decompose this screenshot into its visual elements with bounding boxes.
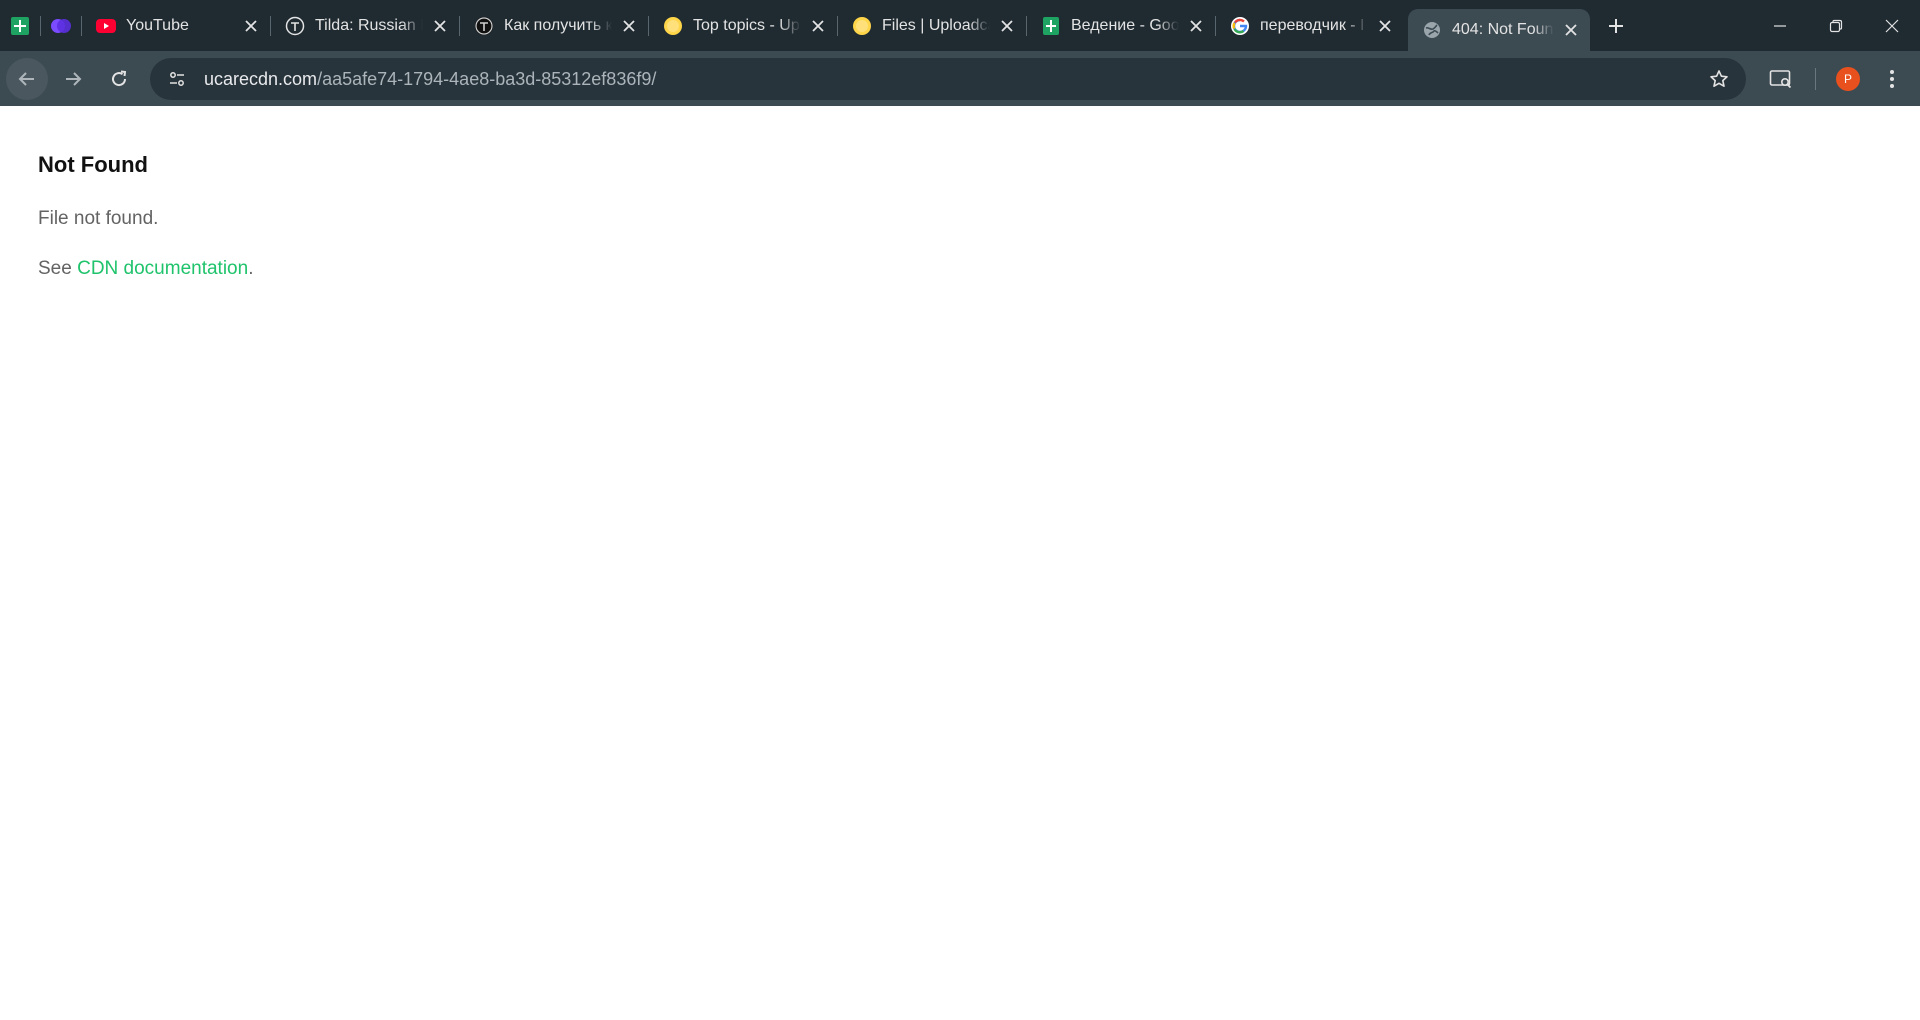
close-icon[interactable]: [240, 15, 262, 37]
close-icon[interactable]: [1185, 15, 1207, 37]
google-sheets-icon: [11, 16, 29, 35]
tilda-icon: [285, 16, 305, 36]
tab-title: Как получить к: [504, 16, 612, 34]
tab-google-sheets[interactable]: Ведение - Goo: [1027, 0, 1215, 51]
window-controls: [1752, 0, 1920, 51]
tab-strip: YouTube Tilda: Russian H Как получить к …: [0, 0, 1920, 51]
error-message: File not found.: [38, 208, 159, 229]
cdn-documentation-link[interactable]: CDN documentation: [77, 258, 248, 279]
plus-icon: [1609, 18, 1623, 33]
see-prefix: See: [38, 258, 78, 279]
tab-title: Files | Uploadca: [882, 16, 990, 34]
menu-button[interactable]: [1870, 57, 1914, 101]
google-sheets-icon: [1041, 16, 1061, 36]
tab-google-translate[interactable]: переводчик - I: [1216, 0, 1404, 51]
kebab-menu-icon: [1890, 69, 1894, 88]
back-button[interactable]: [6, 57, 48, 100]
tab-tilda-help[interactable]: Как получить к: [460, 0, 648, 51]
see-suffix: .: [248, 258, 254, 279]
url-domain: ucarecdn.com: [204, 68, 318, 89]
arrow-right-icon: [66, 71, 82, 86]
tab-youtube[interactable]: YouTube: [82, 0, 270, 51]
reload-button[interactable]: [98, 58, 140, 100]
tab-title: 404: Not Found: [1452, 21, 1554, 38]
close-icon[interactable]: [1374, 15, 1396, 37]
reload-icon: [112, 70, 127, 86]
tab-404-not-found[interactable]: 404: Not Found: [1408, 9, 1590, 51]
globe-icon: [1422, 20, 1442, 40]
tab-search-button[interactable]: [1759, 57, 1803, 101]
close-icon[interactable]: [807, 15, 829, 37]
avatar: P: [1836, 66, 1860, 91]
page-title: Not Found: [38, 152, 148, 177]
tab-title: Top topics - Up: [693, 16, 800, 34]
close-icon[interactable]: [429, 15, 451, 37]
toolbar-actions: P: [1759, 51, 1920, 106]
close-window-button[interactable]: [1864, 0, 1920, 51]
profile-button[interactable]: P: [1826, 57, 1870, 101]
tab-title: Ведение - Goo: [1071, 16, 1179, 34]
purple-app-icon: [51, 18, 71, 33]
screen-search-icon: [1769, 69, 1792, 88]
pinned-tab-sheets[interactable]: [0, 0, 40, 51]
close-icon[interactable]: [1560, 19, 1582, 41]
youtube-icon: [96, 16, 116, 36]
restore-icon: [1829, 19, 1843, 32]
uploadcare-icon: [663, 16, 683, 36]
url-path: /aa5afe74-1794-4ae8-ba3d-85312ef836f9/: [317, 68, 657, 89]
google-icon: [1230, 16, 1250, 36]
bookmark-star-icon[interactable]: [1704, 64, 1734, 94]
tilda-icon: [474, 16, 494, 36]
toolbar-divider: [1815, 67, 1816, 90]
uploadcare-icon: [852, 16, 872, 36]
address-bar[interactable]: ucarecdn.com/aa5afe74-1794-4ae8-ba3d-853…: [150, 58, 1746, 100]
tab-title: YouTube: [126, 16, 189, 34]
browser-toolbar: ucarecdn.com/aa5afe74-1794-4ae8-ba3d-853…: [0, 51, 1920, 106]
forward-button[interactable]: [52, 58, 94, 100]
pinned-tab-app[interactable]: [41, 0, 81, 51]
tab-tilda[interactable]: Tilda: Russian H: [271, 0, 459, 51]
close-icon[interactable]: [996, 15, 1018, 37]
site-info-icon[interactable]: [162, 64, 192, 94]
close-icon[interactable]: [618, 15, 640, 37]
url-text[interactable]: ucarecdn.com/aa5afe74-1794-4ae8-ba3d-853…: [204, 69, 656, 90]
documentation-line: See CDN documentation.: [38, 258, 1920, 280]
close-icon: [1885, 19, 1899, 32]
new-tab-button[interactable]: [1596, 0, 1636, 51]
page-content: Not Found File not found. See CDN docume…: [0, 106, 1920, 1020]
tab-top-topics[interactable]: Top topics - Up: [649, 0, 837, 51]
restore-button[interactable]: [1808, 0, 1864, 51]
tab-title: переводчик - I: [1260, 16, 1365, 34]
arrow-left-icon: [18, 71, 34, 86]
minimize-button[interactable]: [1752, 0, 1808, 51]
tab-files-uploadcare[interactable]: Files | Uploadca: [838, 0, 1026, 51]
minimize-icon: [1774, 24, 1786, 27]
tab-title: Tilda: Russian H: [315, 16, 423, 34]
